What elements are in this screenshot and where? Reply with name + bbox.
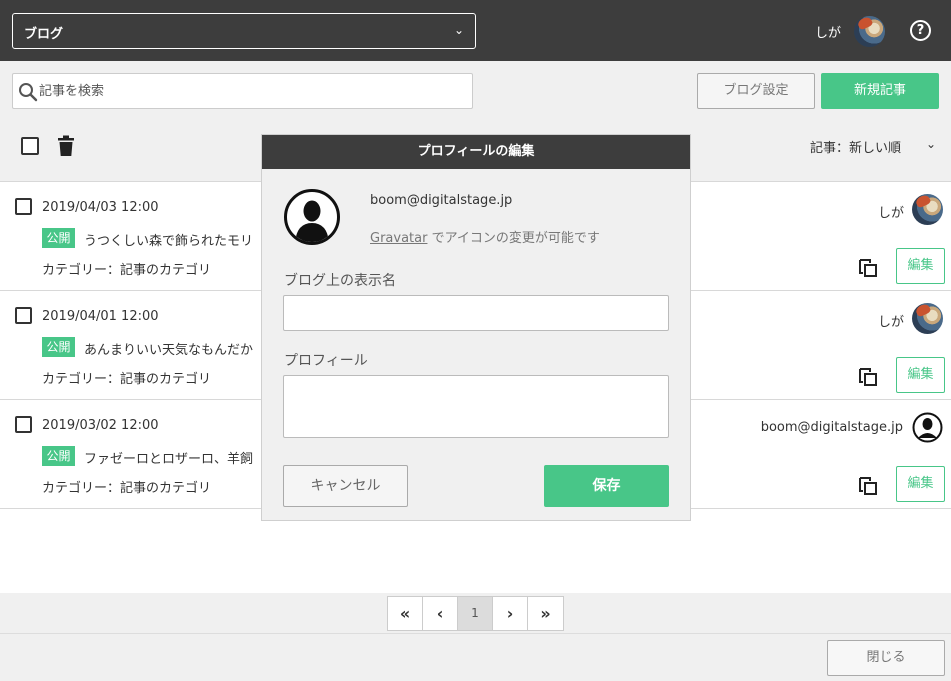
next-page-button[interactable]: ›	[493, 597, 528, 630]
post-category: カテゴリー：記事のカテゴリ	[42, 481, 212, 496]
edit-button[interactable]: 編集	[896, 357, 945, 393]
post-title[interactable]: あんまりいい天気なもんだか	[84, 339, 253, 358]
last-page-button[interactable]: »	[528, 597, 563, 630]
author-avatar	[912, 194, 943, 225]
blog-select[interactable]: ブログ ⌄	[12, 13, 476, 49]
chevron-down-icon: ⌄	[926, 137, 937, 151]
prev-page-button[interactable]: ‹	[423, 597, 458, 630]
select-all-checkbox[interactable]	[21, 137, 39, 155]
search-box[interactable]	[12, 73, 473, 109]
post-title[interactable]: ファゼーロとロザーロ、羊飼	[84, 448, 253, 467]
first-page-button[interactable]: «	[388, 597, 423, 630]
status-badge: 公開	[42, 446, 75, 466]
display-name-label: ブログ上の表示名	[284, 273, 396, 289]
sort-select[interactable]: 記事：新しい順 ⌄	[810, 137, 936, 156]
save-button[interactable]: 保存	[544, 465, 669, 507]
gravatar-link[interactable]: Gravatar	[370, 231, 427, 246]
post-checkbox[interactable]	[15, 198, 32, 215]
user-name: しが	[815, 26, 842, 41]
help-icon[interactable]: ?	[910, 20, 931, 41]
default-avatar-icon	[912, 412, 943, 443]
close-button[interactable]: 閉じる	[827, 640, 945, 676]
modal-title: プロフィールの編集	[262, 135, 690, 169]
status-badge: 公開	[42, 337, 75, 357]
post-category: カテゴリー：記事のカテゴリ	[42, 372, 212, 387]
post-author: boom@digitalstage.jp	[760, 420, 903, 435]
post-title[interactable]: うつくしい森で飾られたモリ	[84, 230, 253, 249]
post-date: 2019/03/02 12:00	[42, 418, 159, 433]
profile-textarea[interactable]	[284, 376, 668, 437]
copy-icon[interactable]	[858, 367, 878, 387]
edit-button[interactable]: 編集	[896, 248, 945, 284]
edit-button[interactable]: 編集	[896, 466, 945, 502]
page-number[interactable]: 1	[458, 597, 493, 630]
status-badge: 公開	[42, 228, 75, 248]
display-name-field[interactable]	[284, 296, 668, 330]
post-checkbox[interactable]	[15, 416, 32, 433]
copy-icon[interactable]	[858, 476, 878, 496]
profile-email: boom@digitalstage.jp	[370, 193, 513, 208]
blog-select-value: ブログ	[24, 27, 64, 42]
profile-edit-modal: プロフィールの編集 boom@digitalstage.jp Gravatar …	[261, 134, 691, 521]
post-author: しが	[877, 315, 904, 330]
user-avatar[interactable]	[854, 16, 885, 47]
display-name-field-wrap	[283, 295, 669, 331]
post-date: 2019/04/01 12:00	[42, 309, 159, 324]
copy-icon[interactable]	[858, 258, 878, 278]
gravatar-note: Gravatar でアイコンの変更が可能です	[370, 227, 600, 246]
post-checkbox[interactable]	[15, 307, 32, 324]
search-icon	[19, 83, 38, 102]
profile-label: プロフィール	[284, 353, 368, 369]
profile-field-wrap	[283, 375, 669, 438]
profile-avatar-icon	[284, 189, 340, 245]
trash-icon[interactable]	[56, 135, 76, 157]
chevron-down-icon: ⌄	[453, 23, 464, 37]
author-avatar	[912, 303, 943, 334]
sort-label: 記事：新しい順	[810, 141, 902, 156]
post-date: 2019/04/03 12:00	[42, 200, 159, 215]
search-input[interactable]	[39, 74, 459, 108]
app-header: ブログ ⌄ しが ?	[0, 0, 951, 61]
new-post-button[interactable]: 新規記事	[821, 73, 939, 109]
blog-settings-button[interactable]: ブログ設定	[697, 73, 815, 109]
post-author: しが	[877, 206, 904, 221]
gravatar-text: でアイコンの変更が可能です	[427, 231, 600, 246]
cancel-button[interactable]: キャンセル	[283, 465, 408, 507]
footer	[0, 633, 951, 681]
post-category: カテゴリー：記事のカテゴリ	[42, 263, 212, 278]
pagination: « ‹ 1 › »	[387, 596, 564, 631]
